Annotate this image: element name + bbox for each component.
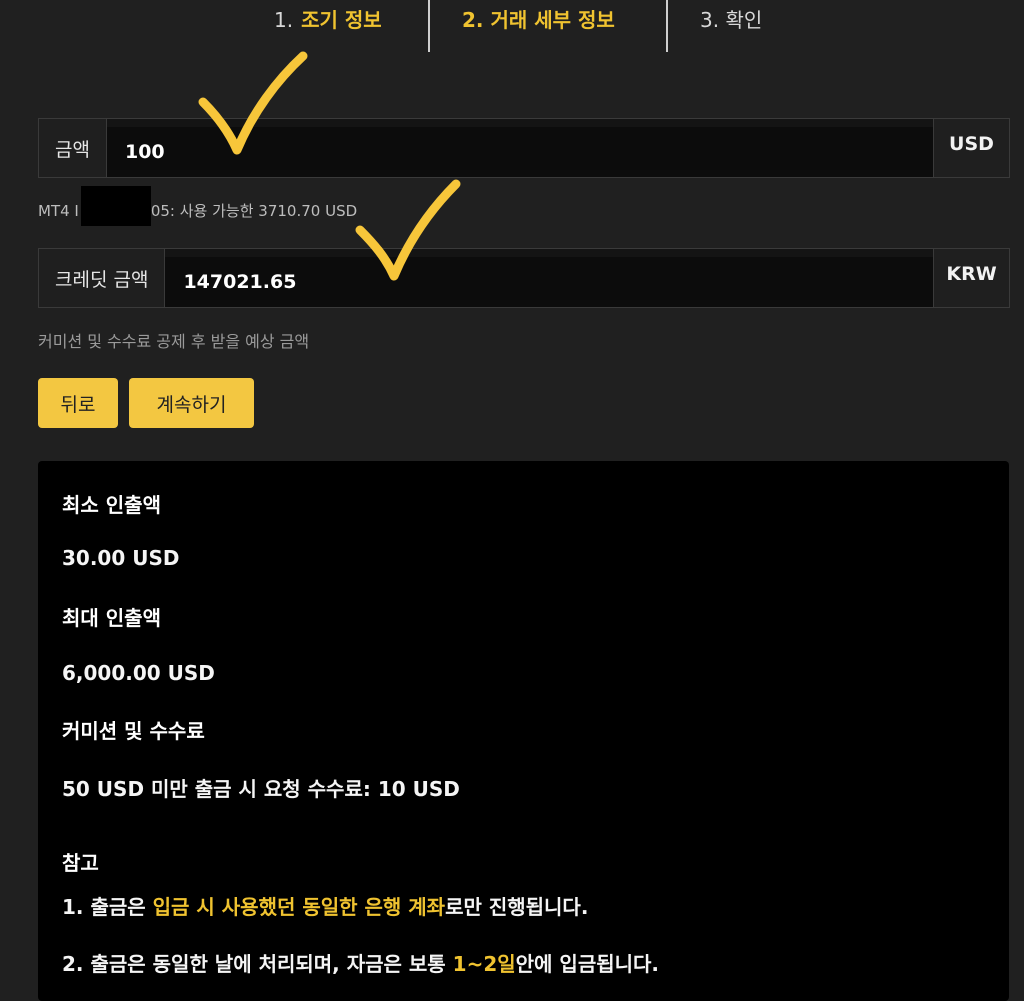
continue-button[interactable]: 계속하기 xyxy=(129,378,254,428)
min-withdrawal-value: 30.00 USD xyxy=(62,546,180,570)
credit-amount-label: 크레딧 금액 xyxy=(39,249,166,307)
fee-value: 50 USD 미만 출금 시 요청 수수료: 10 USD xyxy=(62,777,460,801)
note-1: 1. 출금은 입금 시 사용했던 동일한 은행 계좌로만 진행됩니다. xyxy=(62,891,588,920)
credit-currency: KRW xyxy=(933,249,1009,307)
withdrawal-info-panel: 최소 인출액 30.00 USD 최대 인출액 6,000.00 USD 커미션… xyxy=(38,461,1009,1001)
note-1-start: 1. 출금은 xyxy=(62,895,153,919)
note-2-start: 2. 출금은 동일한 날에 처리되며, 자금은 보통 xyxy=(62,952,453,976)
step-2[interactable]: 2. 거래 세부 정보 xyxy=(462,4,615,33)
redacted-block xyxy=(80,185,151,226)
step-3-label: 3. 확인 xyxy=(700,8,763,32)
max-withdrawal-title: 최대 인출액 xyxy=(62,606,161,630)
min-withdrawal-title: 최소 인출액 xyxy=(62,493,161,517)
credit-amount-field[interactable]: 147021.65 xyxy=(165,257,933,307)
back-button[interactable]: 뒤로 xyxy=(38,378,118,428)
note-1-end: 로만 진행됩니다. xyxy=(445,895,589,919)
account-prefix: MT4 I xyxy=(38,202,79,220)
max-withdrawal-value: 6,000.00 USD xyxy=(62,661,215,685)
credit-amount-group: 크레딧 금액 147021.65 KRW xyxy=(38,248,1010,308)
account-balance-text: MT4 I 05: 사용 가능한 3710.70 USD xyxy=(38,185,358,226)
note-title: 참고 xyxy=(62,851,99,875)
note-2-end: 안에 입금됩니다. xyxy=(515,952,660,976)
estimate-hint: 커미션 및 수수료 공제 후 받을 예상 금액 xyxy=(38,332,310,351)
amount-input[interactable]: 100 xyxy=(106,127,933,177)
step-navigation: 1. 조기 정보 2. 거래 세부 정보 3. 확인 xyxy=(0,0,1024,56)
step-1-label: 조기 정보 xyxy=(301,8,382,32)
step-1-number: 1. xyxy=(274,8,294,32)
step-divider xyxy=(428,0,430,52)
account-suffix: 05: 사용 가능한 3710.70 USD xyxy=(150,202,358,220)
step-divider xyxy=(666,0,668,52)
amount-currency: USD xyxy=(933,119,1009,177)
step-3[interactable]: 3. 확인 xyxy=(700,4,762,33)
step-1[interactable]: 1. 조기 정보 xyxy=(274,4,382,33)
note-2-highlight: 1~2일 xyxy=(452,952,516,976)
note-2: 2. 출금은 동일한 날에 처리되며, 자금은 보통 1~2일안에 입금됩니다. xyxy=(62,948,659,977)
step-2-label: 2. 거래 세부 정보 xyxy=(462,8,615,32)
amount-label: 금액 xyxy=(39,119,107,177)
fee-title: 커미션 및 수수료 xyxy=(62,719,205,743)
amount-input-group: 금액 100 USD xyxy=(38,118,1010,178)
note-1-highlight: 입금 시 사용했던 동일한 은행 계좌 xyxy=(152,895,446,919)
